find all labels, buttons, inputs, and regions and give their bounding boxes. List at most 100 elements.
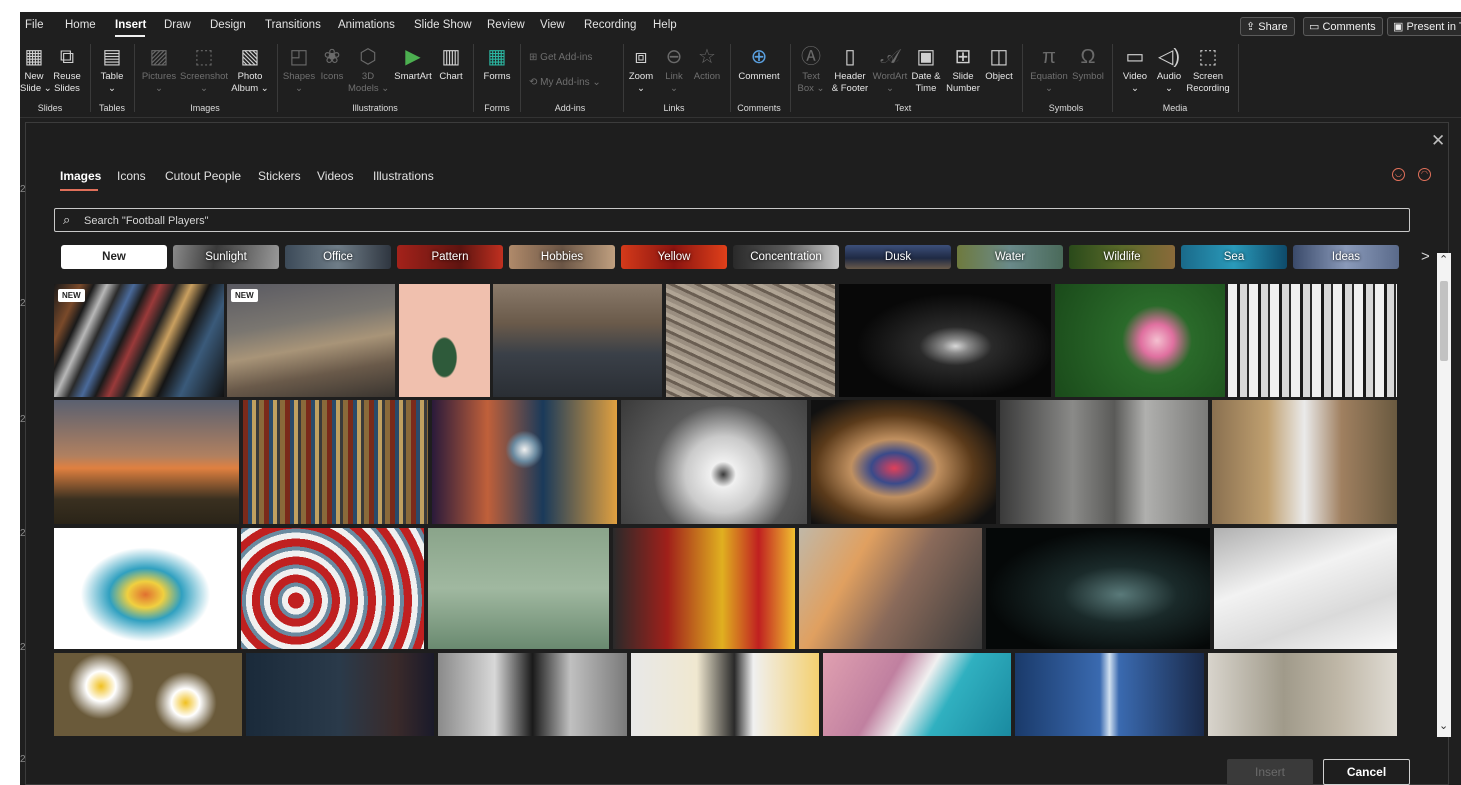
tile-girl-sunset[interactable] [54, 400, 239, 524]
search-input[interactable]: ⌕ Search "Football Players" [54, 208, 1410, 232]
forms-button[interactable]: ▦ Forms [480, 46, 514, 83]
chip-concentration[interactable]: Concentration [733, 245, 839, 269]
menu-slide-show[interactable]: Slide Show [414, 19, 472, 31]
menu-home[interactable]: Home [65, 19, 96, 31]
menu-draw[interactable]: Draw [164, 19, 191, 31]
tile-man-with-cat[interactable] [799, 528, 982, 649]
my-addins-button[interactable]: ⟲ My Add-ins ⌄ [529, 77, 601, 88]
share-button[interactable]: ⇪ Share [1240, 17, 1295, 36]
scrollbar-thumb[interactable] [1440, 281, 1448, 361]
header-footer-button[interactable]: ▯ Header & Footer [828, 46, 872, 95]
tab-stickers[interactable]: Stickers [258, 169, 301, 183]
tab-icons[interactable]: Icons [117, 169, 146, 183]
comment-button[interactable]: ⊕ Comment [734, 46, 784, 83]
text-box-button[interactable]: Ⓐ Text Box ⌄ [796, 46, 826, 95]
tile-businesswoman-city[interactable] [438, 653, 627, 736]
tile-home-office[interactable] [1208, 653, 1397, 736]
tab-illustrations[interactable]: Illustrations [373, 169, 434, 183]
reuse-slides-button[interactable]: ⧉ Reuse Slides [52, 46, 82, 95]
equation-button[interactable]: π Equation ⌄ [1028, 46, 1070, 95]
chip-sunlight[interactable]: Sunlight [173, 245, 279, 269]
cancel-button[interactable]: Cancel [1323, 759, 1410, 785]
present-button[interactable]: ▣ Present in T [1387, 17, 1461, 36]
tile-pink-beach-wave[interactable] [823, 653, 1011, 736]
tab-cutout-people[interactable]: Cutout People [165, 169, 241, 183]
pictures-button[interactable]: ▨ Pictures ⌄ [140, 46, 178, 95]
chip-sea[interactable]: Sea [1181, 245, 1287, 269]
tile-coastal-dunes[interactable]: NEW [227, 284, 395, 397]
tile-woman-desk-lamp[interactable] [246, 653, 434, 736]
chevron-right-icon[interactable]: > [1421, 248, 1430, 265]
screenshot-button[interactable]: ⬚ Screenshot ⌄ [180, 46, 228, 95]
menu-recording[interactable]: Recording [584, 19, 636, 31]
tab-videos[interactable]: Videos [317, 169, 353, 183]
tile-bookshelf[interactable] [243, 400, 428, 524]
wordart-button[interactable]: 𝒜 WordArt ⌄ [872, 46, 908, 95]
scroll-down-icon[interactable]: ⌄ [1439, 719, 1448, 732]
screen-recording-button[interactable]: ⬚ Screen Recording [1184, 46, 1232, 95]
chip-water[interactable]: Water [957, 245, 1063, 269]
menu-insert[interactable]: Insert [115, 19, 146, 31]
insert-button[interactable]: Insert [1227, 759, 1313, 785]
tile-open-book-pages[interactable] [1214, 528, 1397, 649]
link-button[interactable]: ⊖ Link ⌄ [660, 46, 688, 95]
icons-button[interactable]: ❀ Icons [318, 46, 346, 83]
chart-button[interactable]: ▥ Chart [436, 46, 466, 83]
tile-frangipani-flower[interactable] [1055, 284, 1225, 397]
chip-wildlife[interactable]: Wildlife [1069, 245, 1175, 269]
menu-view[interactable]: View [540, 19, 565, 31]
tile-bookshelf-books[interactable]: NEW [54, 284, 224, 397]
menu-design[interactable]: Design [210, 19, 246, 31]
chip-yellow[interactable]: Yellow [621, 245, 727, 269]
tile-colorful-smoke[interactable] [54, 528, 237, 649]
chip-dusk[interactable]: Dusk [845, 245, 951, 269]
shapes-button[interactable]: ◰ Shapes ⌄ [282, 46, 316, 95]
zoom-button[interactable]: ⧈ Zoom ⌄ [626, 46, 656, 95]
tile-woman-red-headwrap[interactable] [613, 528, 795, 649]
date-time-button[interactable]: ▣ Date & Time [908, 46, 944, 95]
tile-wood-grain[interactable] [666, 284, 835, 397]
chip-new[interactable]: New [61, 245, 167, 269]
grid-scrollbar[interactable]: ⌃ ⌄ [1437, 253, 1451, 737]
menu-review[interactable]: Review [487, 19, 525, 31]
menu-transitions[interactable]: Transitions [265, 19, 321, 31]
close-icon[interactable]: ✕ [1431, 131, 1445, 151]
tile-woman-meditating[interactable] [493, 284, 662, 397]
tile-birch-trees[interactable] [1228, 284, 1397, 397]
frown-feedback-icon[interactable]: ◠ [1418, 168, 1431, 181]
tile-beach-umbrellas[interactable] [241, 528, 424, 649]
tile-mandrill[interactable] [811, 400, 996, 524]
video-button[interactable]: ▭ Video ⌄ [1118, 46, 1152, 95]
get-addins-button[interactable]: ⊞ Get Add-ins [529, 52, 592, 63]
new-slide-button[interactable]: ▦ New Slide ⌄ [20, 46, 52, 95]
menu-file[interactable]: File [25, 19, 44, 31]
object-button[interactable]: ◫ Object [982, 46, 1016, 83]
smile-feedback-icon[interactable]: ◡ [1392, 168, 1405, 181]
chip-hobbies[interactable]: Hobbies [509, 245, 615, 269]
tile-paper-people[interactable] [428, 528, 609, 649]
photo-album-button[interactable]: ▧ Photo Album ⌄ [230, 46, 270, 95]
tile-crystal-ball-bokeh[interactable] [432, 400, 617, 524]
chip-ideas[interactable]: Ideas [1293, 245, 1399, 269]
tab-images[interactable]: Images [60, 169, 101, 183]
table-button[interactable]: ▤ Table ⌄ [96, 46, 128, 95]
3d-models-button[interactable]: ⬡ 3D Models ⌄ [348, 46, 389, 95]
tile-warehouse-worker[interactable] [1212, 400, 1397, 524]
tile-tiara[interactable] [839, 284, 1051, 397]
chip-pattern[interactable]: Pattern [397, 245, 503, 269]
tile-daisies[interactable] [54, 653, 242, 736]
menu-help[interactable]: Help [653, 19, 677, 31]
tile-particle-wave[interactable] [986, 528, 1210, 649]
tile-concrete-corridor[interactable] [1000, 400, 1208, 524]
comments-button[interactable]: ▭ Comments [1303, 17, 1383, 36]
tile-spiral-staircase[interactable] [621, 400, 807, 524]
tile-cactus-pink[interactable] [399, 284, 490, 397]
action-button[interactable]: ☆ Action [690, 46, 724, 83]
menu-animations[interactable]: Animations [338, 19, 395, 31]
audio-button[interactable]: ◁) Audio ⌄ [1154, 46, 1184, 95]
scroll-up-icon[interactable]: ⌃ [1439, 253, 1448, 266]
tile-phone-sticky-notes[interactable] [631, 653, 819, 736]
smartart-button[interactable]: ▶ SmartArt [392, 46, 434, 83]
chip-office[interactable]: Office [285, 245, 391, 269]
symbol-button[interactable]: Ω Symbol [1070, 46, 1106, 83]
